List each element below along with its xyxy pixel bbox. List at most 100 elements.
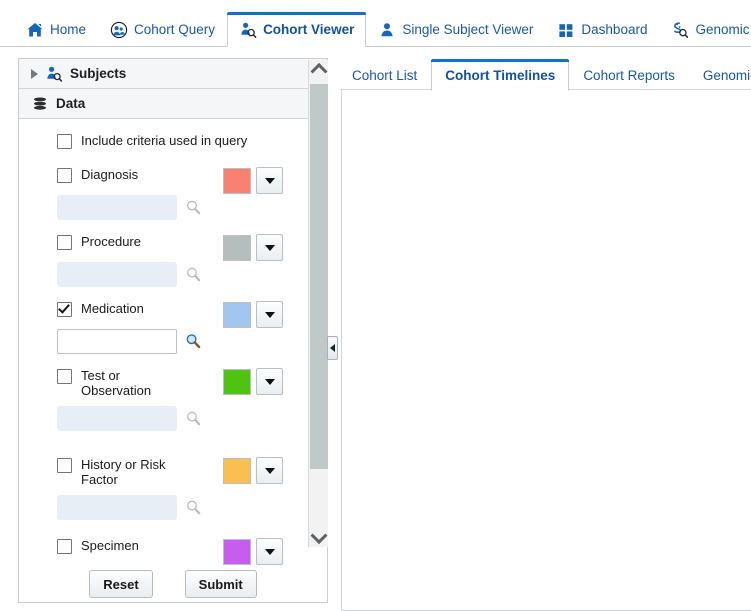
specimen-label: Specimen <box>81 538 139 553</box>
nav-tab-cohort-query[interactable]: Cohort Query <box>98 12 227 46</box>
diagnosis-search-input[interactable] <box>57 195 177 220</box>
caret-down-icon <box>264 467 275 474</box>
tab-cohort-reports[interactable]: Cohort Reports <box>569 59 689 90</box>
nav-tab-cohort-viewer[interactable]: Cohort Viewer <box>227 12 367 47</box>
diagnosis-checkbox[interactable] <box>57 168 72 183</box>
data-section-body: Include criteria used in query Diagnosis <box>19 119 327 602</box>
tab-cohort-timelines[interactable]: Cohort Timelines <box>431 59 570 91</box>
history-or-risk-factor-color-controls <box>223 457 283 484</box>
caret-down-icon <box>264 548 275 555</box>
single-subject-icon <box>378 21 396 39</box>
cohort-query-icon <box>110 21 128 39</box>
procedure-color-swatch[interactable] <box>223 234 251 261</box>
nav-tab-genomic-query[interactable]: Genomic Query <box>659 12 751 46</box>
test-or-observation-label: Test or Observation <box>81 368 152 398</box>
criteria-row-specimen: Specimen <box>19 538 327 565</box>
procedure-color-controls <box>223 234 283 261</box>
subjects-section-header[interactable]: Subjects <box>19 59 327 89</box>
criteria-row-diagnosis: Diagnosis <box>19 167 327 194</box>
test-or-observation-search-row <box>19 406 327 431</box>
procedure-color-dropdown[interactable] <box>256 234 283 261</box>
medication-search-input[interactable] <box>57 329 177 354</box>
scrollbar-up-button[interactable] <box>309 60 328 80</box>
criteria-side-panel: Subjects Data Include criteria used in q… <box>18 58 328 603</box>
caret-left-icon <box>330 344 335 352</box>
magnifier-icon[interactable] <box>185 410 202 427</box>
nav-tab-single-subject-viewer[interactable]: Single Subject Viewer <box>366 12 545 46</box>
procedure-search-input[interactable] <box>57 262 177 287</box>
diagnosis-color-dropdown[interactable] <box>256 167 283 194</box>
nav-tab-cohort-query-label: Cohort Query <box>134 22 216 37</box>
panel-action-buttons: Reset Submit <box>18 570 328 598</box>
data-section-title: Data <box>56 96 86 111</box>
history-or-risk-factor-label: History or Risk Factor <box>81 457 166 487</box>
specimen-color-dropdown[interactable] <box>256 538 283 565</box>
test-or-observation-color-dropdown[interactable] <box>256 368 283 395</box>
nav-tab-genomic-query-label: Genomic Query <box>695 22 751 37</box>
caret-down-icon <box>264 378 275 385</box>
tab-cohort-reports-label: Cohort Reports <box>583 67 675 83</box>
history-or-risk-factor-search-row <box>19 495 327 520</box>
database-icon <box>31 95 49 113</box>
specimen-color-swatch[interactable] <box>223 538 251 565</box>
nav-tab-dashboard-label: Dashboard <box>581 22 648 37</box>
criteria-panel-scrollbar[interactable] <box>308 60 328 547</box>
chevron-up-icon <box>310 62 327 80</box>
test-or-observation-checkbox[interactable] <box>57 369 72 384</box>
subjects-section-title: Subjects <box>70 66 127 81</box>
criteria-row-history-or-risk-factor: History or Risk Factor <box>19 457 327 487</box>
history-or-risk-factor-color-swatch[interactable] <box>223 457 251 484</box>
genomic-query-icon <box>671 21 689 39</box>
nav-tab-dashboard[interactable]: Dashboard <box>545 12 659 46</box>
cohort-viewer-icon <box>239 21 257 39</box>
criteria-row-medication: Medication <box>19 301 327 328</box>
data-section-header[interactable]: Data <box>19 89 327 119</box>
reset-button[interactable]: Reset <box>89 570 153 598</box>
procedure-search-row <box>19 262 327 287</box>
test-or-observation-color-controls <box>223 368 283 395</box>
history-or-risk-factor-checkbox[interactable] <box>57 458 72 473</box>
cohort-viewer-content-area: Cohort List Cohort Timelines Cohort Repo… <box>338 58 751 611</box>
panel-collapse-handle[interactable] <box>327 336 338 360</box>
magnifier-icon[interactable] <box>185 266 202 283</box>
scrollbar-down-button[interactable] <box>309 527 328 547</box>
caret-down-icon <box>264 244 275 251</box>
medication-label: Medication <box>81 301 144 316</box>
medication-search-row <box>19 329 327 354</box>
magnifier-icon[interactable] <box>185 199 202 216</box>
include-criteria-row: Include criteria used in query <box>19 133 327 153</box>
triangle-right-icon <box>31 68 38 79</box>
include-criteria-checkbox[interactable] <box>57 134 72 149</box>
criteria-list: Include criteria used in query Diagnosis <box>19 119 327 565</box>
specimen-checkbox[interactable] <box>57 539 72 554</box>
history-or-risk-factor-search-input[interactable] <box>57 495 177 520</box>
criteria-row-test-or-observation: Test or Observation <box>19 368 327 398</box>
procedure-checkbox[interactable] <box>57 235 72 250</box>
tab-cohort-list[interactable]: Cohort List <box>338 59 431 90</box>
magnifier-icon[interactable] <box>185 333 202 350</box>
tab-cohort-timelines-label: Cohort Timelines <box>445 67 556 83</box>
scrollbar-thumb[interactable] <box>310 84 328 469</box>
tab-genomic-data-export[interactable]: Genomic Data Export <box>689 59 751 90</box>
nav-tab-cohort-viewer-label: Cohort Viewer <box>263 22 355 37</box>
medication-color-swatch[interactable] <box>223 301 251 328</box>
magnifier-icon[interactable] <box>185 499 202 516</box>
dashboard-icon <box>557 21 575 39</box>
nav-tab-home[interactable]: Home <box>14 12 98 46</box>
diagnosis-search-row <box>19 195 327 220</box>
medication-color-dropdown[interactable] <box>256 301 283 328</box>
test-or-observation-color-swatch[interactable] <box>223 368 251 395</box>
medication-checkbox[interactable] <box>57 302 72 317</box>
nav-tab-home-label: Home <box>50 22 87 37</box>
home-icon <box>26 21 44 39</box>
top-nav-tab-strip: Home Cohort Query Cohort Viewer Single S… <box>14 12 751 47</box>
diagnosis-color-swatch[interactable] <box>223 167 251 194</box>
submit-button[interactable]: Submit <box>184 570 257 598</box>
history-or-risk-factor-color-dropdown[interactable] <box>256 457 283 484</box>
criteria-row-procedure: Procedure <box>19 234 327 261</box>
diagnosis-label: Diagnosis <box>81 167 139 182</box>
test-or-observation-search-input[interactable] <box>57 406 177 431</box>
nav-tab-single-subject-viewer-label: Single Subject Viewer <box>402 22 534 37</box>
diagnosis-color-controls <box>223 167 283 194</box>
cohort-subtab-strip: Cohort List Cohort Timelines Cohort Repo… <box>338 58 751 91</box>
